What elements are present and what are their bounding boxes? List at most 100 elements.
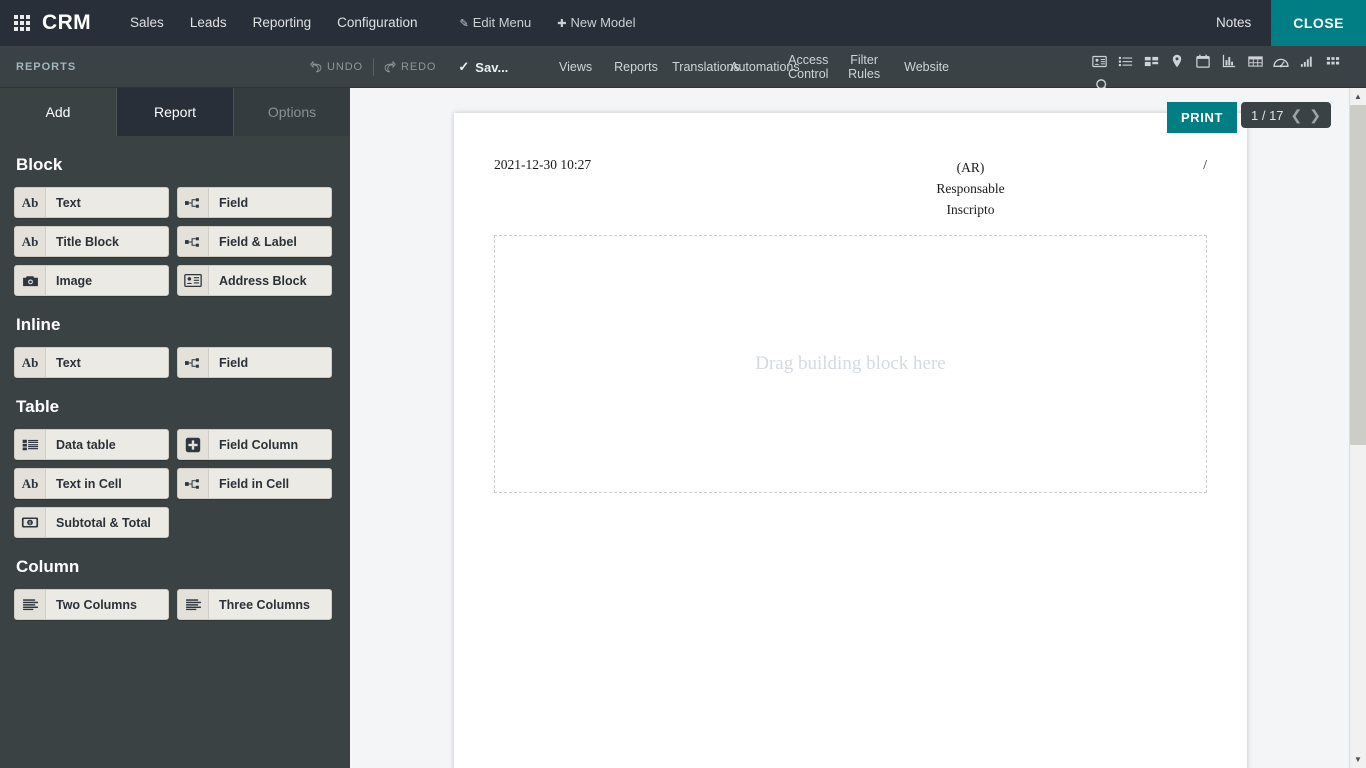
block-field[interactable]: Field: [177, 187, 332, 218]
calendar-icon[interactable]: [1190, 49, 1216, 73]
kanban-view-icon[interactable]: [1138, 49, 1164, 73]
block-label: Field: [209, 348, 331, 377]
tab-options[interactable]: Options: [234, 88, 350, 136]
nav-item-leads[interactable]: Leads: [177, 0, 240, 46]
document-page-slash: /: [1147, 157, 1207, 220]
notes-button[interactable]: Notes: [1196, 0, 1271, 46]
block-label: Field & Label: [209, 227, 331, 256]
print-button[interactable]: PRINT: [1167, 102, 1237, 133]
tab-report[interactable]: Report: [117, 88, 234, 136]
redo-arrow-icon: [384, 61, 396, 73]
block-label: Text: [46, 188, 168, 217]
field-node-icon: [178, 227, 209, 256]
plus-icon: ✚: [557, 1, 566, 47]
document-header: 2021-12-30 10:27 (AR) Responsable Inscri…: [454, 113, 1247, 220]
page-navigator: 1 / 17 ❮ ❯: [1241, 102, 1331, 128]
page-indicator: 1 / 17: [1251, 108, 1284, 123]
pencil-icon: ✎: [459, 1, 468, 47]
block-label: Text: [46, 348, 168, 377]
text-ab-icon: Ab: [15, 227, 46, 256]
new-model-label: New Model: [570, 15, 635, 30]
drag-drop-zone[interactable]: Drag building block here: [494, 235, 1207, 493]
address-card-icon: [178, 266, 209, 295]
block-row: Ab Text Field: [14, 187, 336, 218]
toolbar-link-views[interactable]: Views: [548, 60, 603, 74]
bar-chart-icon[interactable]: [1216, 49, 1242, 73]
save-label: Sav...: [475, 60, 508, 75]
document-title-center: (AR) Responsable Inscripto: [794, 157, 1147, 220]
field-node-icon: [178, 348, 209, 377]
undo-button[interactable]: UNDO: [300, 61, 373, 73]
block-image[interactable]: Image: [14, 265, 169, 296]
report-preview-area[interactable]: PRINT 1 / 17 ❮ ❯ 2021-12-30 10:27 (AR) R…: [350, 88, 1349, 768]
chevron-left-icon[interactable]: ❮: [1291, 108, 1303, 122]
toolbar-link-website[interactable]: Website: [893, 60, 951, 74]
block-row: Two Columns Three Columns: [14, 589, 336, 620]
contact-card-icon[interactable]: [1086, 49, 1112, 73]
block-row: Ab Text in Cell Field in Cell: [14, 468, 336, 499]
document-date: 2021-12-30 10:27: [494, 157, 794, 220]
field-node-icon: [178, 469, 209, 498]
block-label: Title Block: [46, 227, 168, 256]
redo-button[interactable]: REDO: [374, 61, 446, 73]
tiles-grid-icon[interactable]: [1320, 49, 1346, 73]
edit-menu-button[interactable]: ✎Edit Menu: [446, 0, 544, 47]
chevron-right-icon[interactable]: ❯: [1309, 108, 1321, 122]
table-field-in-cell[interactable]: Field in Cell: [177, 468, 332, 499]
graph-bars-icon[interactable]: [1294, 49, 1320, 73]
chevron-up-icon[interactable]: ▲: [1350, 88, 1366, 105]
tab-add[interactable]: Add: [0, 88, 117, 136]
inline-text[interactable]: Ab Text: [14, 347, 169, 378]
report-page[interactable]: 2021-12-30 10:27 (AR) Responsable Inscri…: [454, 113, 1247, 768]
map-pin-icon[interactable]: [1164, 49, 1190, 73]
block-field-and-label[interactable]: Field & Label: [177, 226, 332, 257]
list-view-icon[interactable]: [1112, 49, 1138, 73]
block-row: 0 Subtotal & Total: [14, 507, 336, 538]
undo-label: UNDO: [327, 61, 363, 73]
inline-field[interactable]: Field: [177, 347, 332, 378]
section-title-column: Column: [16, 557, 336, 577]
table-text-in-cell[interactable]: Ab Text in Cell: [14, 468, 169, 499]
pivot-table-icon[interactable]: [1242, 49, 1268, 73]
block-title-block[interactable]: Ab Title Block: [14, 226, 169, 257]
money-total-icon: 0: [15, 508, 46, 537]
topbar-right-group: Notes CLOSE: [1196, 0, 1366, 46]
vertical-scrollbar[interactable]: ▲ ▼: [1349, 88, 1366, 768]
close-button[interactable]: CLOSE: [1271, 0, 1366, 46]
dashboard-gauge-icon[interactable]: [1268, 49, 1294, 73]
apps-grid-icon[interactable]: [14, 15, 30, 31]
scrollbar-track[interactable]: [1350, 105, 1366, 751]
block-text[interactable]: Ab Text: [14, 187, 169, 218]
toolbar-link-automations[interactable]: Automations: [719, 60, 777, 74]
nav-item-configuration[interactable]: Configuration: [324, 0, 430, 46]
toolbar-link-access-control[interactable]: Access Control: [777, 53, 835, 81]
document-title-line-2: Responsable: [794, 178, 1147, 199]
undo-arrow-icon: [310, 61, 322, 73]
field-node-icon: [178, 188, 209, 217]
block-row: Ab Title Block Field & Label: [14, 226, 336, 257]
new-model-button[interactable]: ✚ New Model: [544, 0, 648, 47]
table-field-column[interactable]: Field Column: [177, 429, 332, 460]
chevron-down-icon[interactable]: ▼: [1350, 751, 1366, 768]
table-data-table[interactable]: Data table: [14, 429, 169, 460]
column-two-columns[interactable]: Two Columns: [14, 589, 169, 620]
two-columns-icon: [15, 590, 46, 619]
block-address-block[interactable]: Address Block: [177, 265, 332, 296]
section-title-table: Table: [16, 397, 336, 417]
block-label: Field Column: [209, 430, 331, 459]
breadcrumb[interactable]: REPORTS: [16, 61, 76, 73]
text-ab-icon: Ab: [15, 188, 46, 217]
block-row: Image Address Block: [14, 265, 336, 296]
scrollbar-thumb[interactable]: [1350, 105, 1366, 445]
nav-item-reporting[interactable]: Reporting: [240, 0, 325, 46]
sidebar-tabs: Add Report Options: [0, 88, 350, 136]
table-subtotal-total[interactable]: 0 Subtotal & Total: [14, 507, 169, 538]
toolbar-link-reports[interactable]: Reports: [603, 60, 661, 74]
nav-item-sales[interactable]: Sales: [117, 0, 177, 46]
block-label: Field: [209, 188, 331, 217]
save-button[interactable]: ✓ Sav...: [446, 59, 520, 75]
toolbar-link-filter-rules[interactable]: Filter Rules: [835, 53, 893, 81]
toolbar-link-translations[interactable]: Translations: [661, 60, 719, 74]
column-three-columns[interactable]: Three Columns: [177, 589, 332, 620]
app-brand-crm[interactable]: CRM: [42, 11, 91, 35]
